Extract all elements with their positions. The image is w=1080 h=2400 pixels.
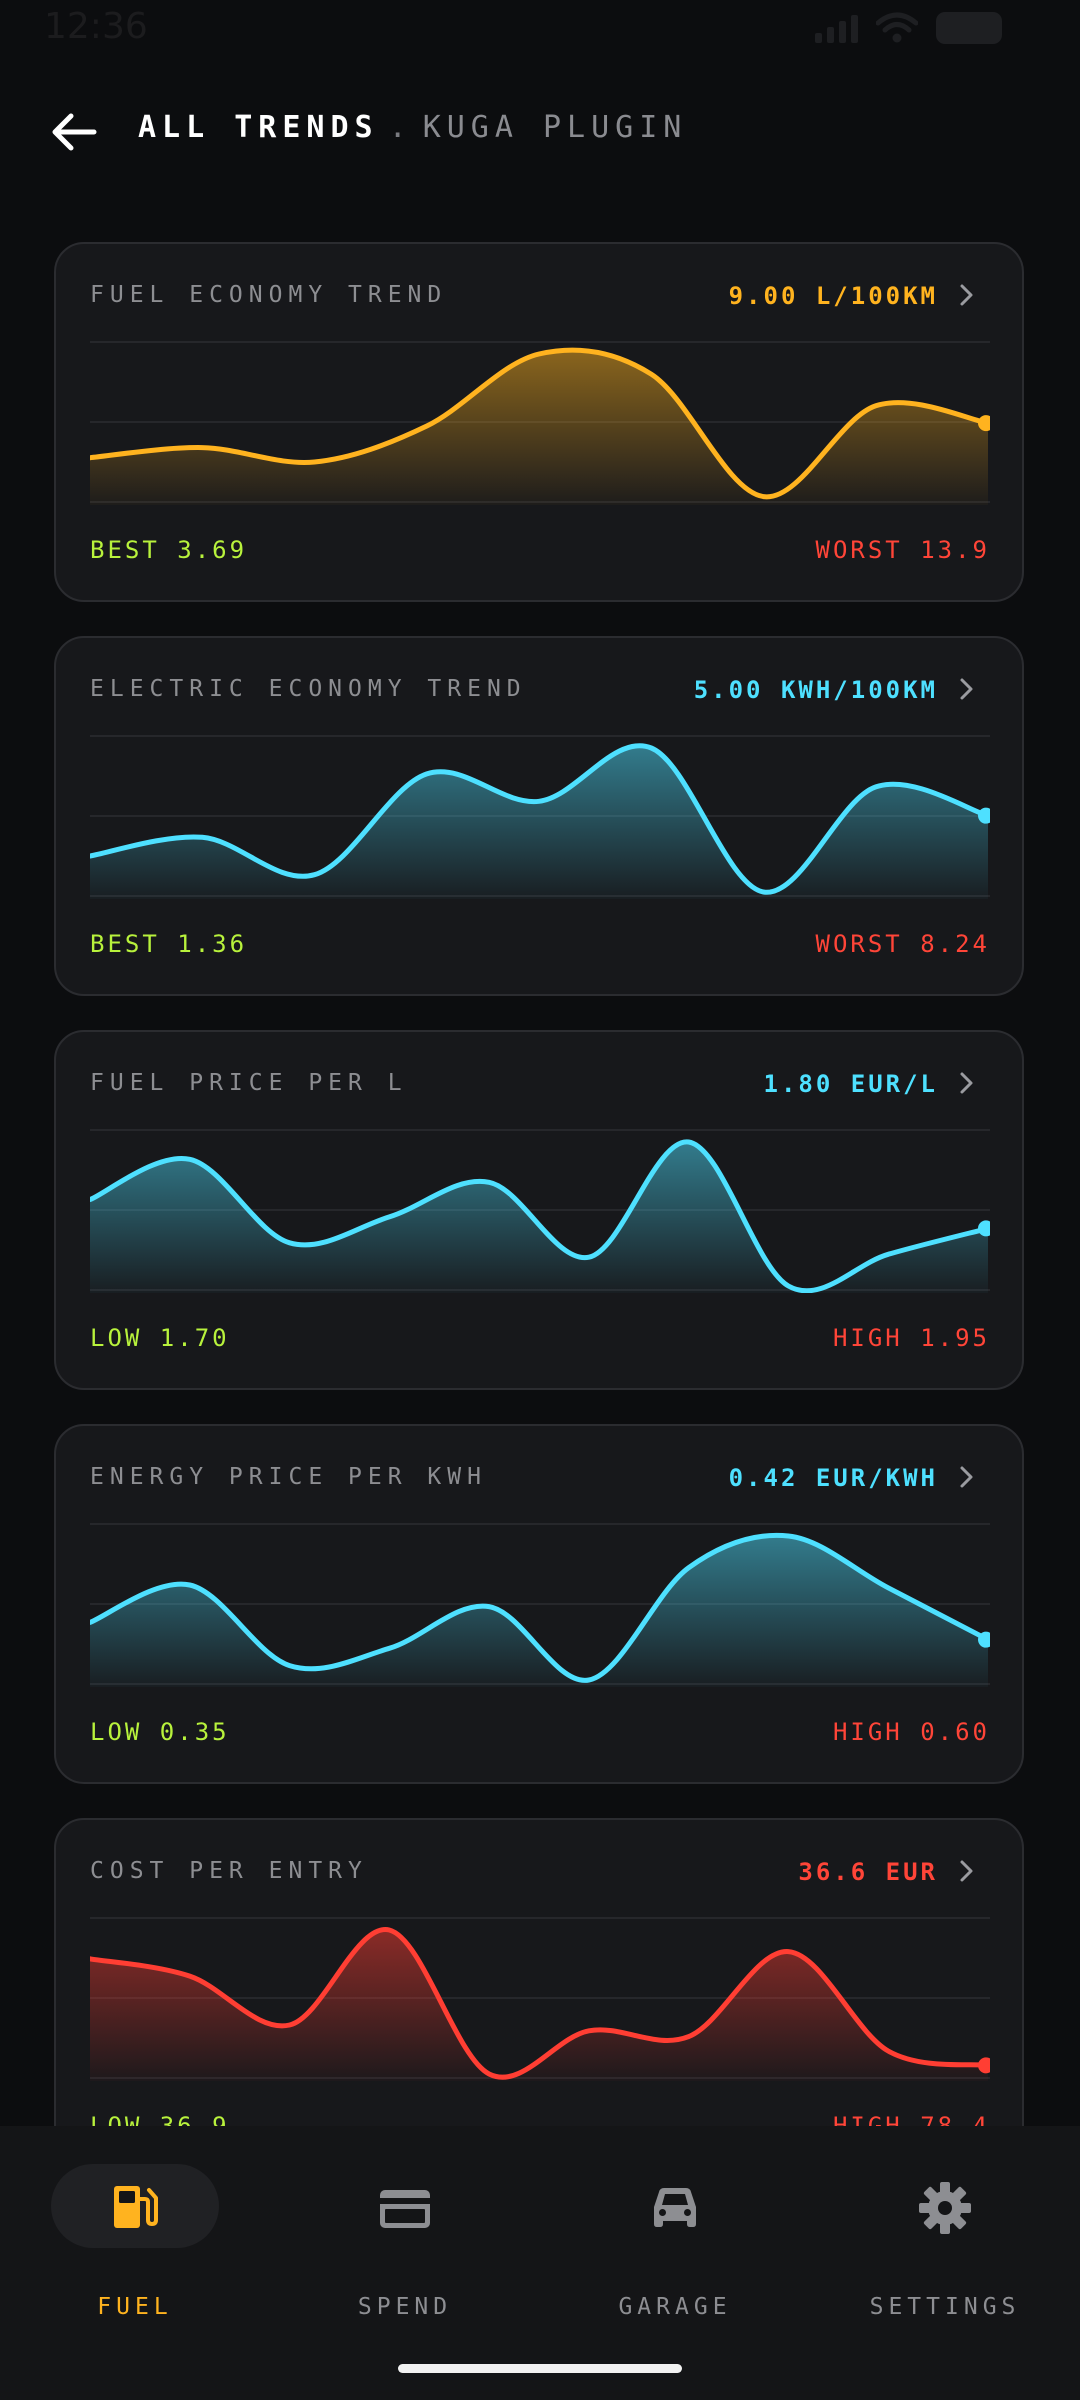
card-current-value: 5.00 KWH/100KM	[693, 676, 938, 704]
trend-card-cost-per-entry[interactable]: COST PER ENTRY 36.6 EUR LOW 36.9 HIGH 78…	[54, 1818, 1024, 2178]
card-best-label: BEST 3.69	[90, 536, 248, 564]
nav-label: FUEL	[97, 2294, 173, 2320]
trend-chart	[90, 1523, 990, 1687]
chevron-right-icon	[960, 1072, 973, 1094]
trend-card-fuel-economy[interactable]: FUEL ECONOMY TREND 9.00 L/100KM BEST 3.6…	[54, 242, 1024, 602]
card-worst-label: WORST 8.24	[815, 930, 990, 958]
card-title: ELECTRIC ECONOMY TREND	[90, 676, 527, 702]
card-current-value: 1.80 EUR/L	[763, 1070, 938, 1098]
arrow-left-icon	[52, 113, 97, 151]
status-icons	[815, 12, 1002, 44]
card-best-label: BEST 1.36	[90, 930, 248, 958]
trend-chart	[90, 735, 990, 899]
trend-card-fuel-price[interactable]: FUEL PRICE PER L 1.80 EUR/L LOW 1.70 HIG…	[54, 1030, 1024, 1390]
fuel-pump-icon	[114, 2186, 158, 2228]
chevron-right-icon	[960, 1466, 973, 1488]
card-current-value: 36.6 EUR	[798, 1858, 938, 1886]
card-current-value: 9.00 L/100KM	[728, 282, 938, 310]
credit-card-icon	[380, 2190, 430, 2228]
bottom-navigation: FUEL SPEND GARAGE SETTINGS	[0, 2126, 1080, 2400]
trend-area	[90, 350, 988, 505]
card-title: COST PER ENTRY	[90, 1858, 368, 1884]
chevron-right-icon	[960, 1860, 973, 1882]
card-low-label: LOW 0.35	[90, 1718, 230, 1746]
chevron-right-icon	[960, 678, 973, 700]
nav-item-garage[interactable]: GARAGE	[540, 2164, 810, 2324]
wifi-icon	[876, 12, 918, 43]
card-title: FUEL PRICE PER L	[90, 1070, 408, 1096]
page-subtitle: KUGA PLUGIN	[422, 110, 688, 145]
page-title-separator: .	[388, 110, 413, 145]
trend-area	[90, 745, 988, 899]
card-high-label: HIGH 0.60	[832, 1718, 990, 1746]
nav-label: GARAGE	[618, 2294, 732, 2320]
nav-item-fuel[interactable]: FUEL	[0, 2164, 270, 2324]
nav-item-spend[interactable]: SPEND	[270, 2164, 540, 2324]
card-low-label: LOW 1.70	[90, 1324, 230, 1352]
card-title: FUEL ECONOMY TREND	[90, 282, 448, 308]
back-button[interactable]	[46, 104, 102, 160]
top-app-bar: ALL TRENDS. KUGA PLUGIN	[0, 96, 1080, 168]
card-worst-label: WORST 13.9	[815, 536, 990, 564]
nav-label: SPEND	[357, 2294, 453, 2320]
trend-card-energy-price[interactable]: ENERGY PRICE PER KWH 0.42 EUR/KWH LOW 0.…	[54, 1424, 1024, 1784]
car-icon	[654, 2188, 696, 2227]
status-bar: 12:36	[0, 0, 1080, 60]
nav-item-settings[interactable]: SETTINGS	[810, 2164, 1080, 2324]
chevron-right-icon	[960, 284, 973, 306]
home-indicator[interactable]	[398, 2364, 682, 2373]
gear-icon	[919, 2182, 971, 2234]
trend-chart	[90, 341, 990, 505]
trend-chart	[90, 1917, 990, 2081]
battery-icon	[936, 12, 1002, 44]
page-title-main: ALL TRENDS	[138, 110, 379, 145]
card-high-label: HIGH 1.95	[832, 1324, 990, 1352]
trend-chart	[90, 1129, 990, 1293]
trend-card-electric-economy[interactable]: ELECTRIC ECONOMY TREND 5.00 KWH/100KM BE…	[54, 636, 1024, 996]
trends-screen: 12:36 ALL TRENDS. KUGA PLUGIN FUEL ECONOM…	[0, 0, 1080, 2400]
card-title: ENERGY PRICE PER KWH	[90, 1464, 487, 1490]
page-title: ALL TRENDS. KUGA PLUGIN	[138, 110, 687, 145]
signal-icon	[815, 13, 858, 43]
nav-label: SETTINGS	[869, 2294, 1021, 2320]
status-time: 12:36	[44, 6, 148, 47]
card-current-value: 0.42 EUR/KWH	[728, 1464, 938, 1492]
